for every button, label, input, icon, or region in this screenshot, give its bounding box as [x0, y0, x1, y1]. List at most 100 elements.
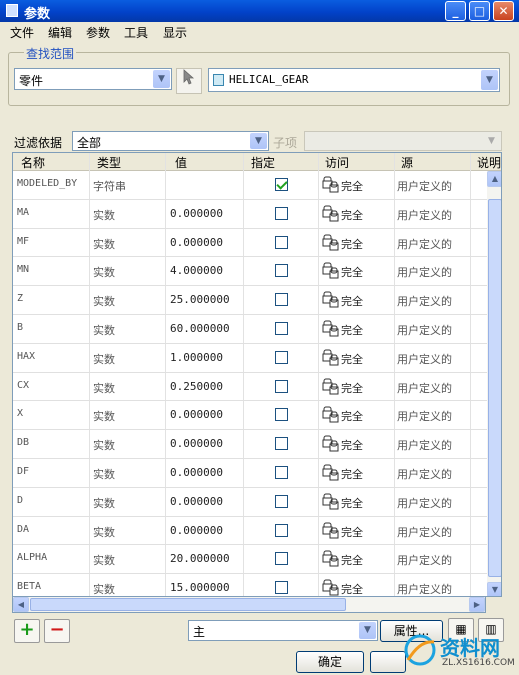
designated-checkbox[interactable]: [275, 408, 288, 422]
designated-checkbox[interactable]: [275, 437, 288, 451]
scroll-up-icon[interactable]: ▲: [487, 171, 501, 187]
cell-type[interactable]: 字符串: [93, 178, 126, 194]
cell-type[interactable]: 实数: [93, 207, 115, 223]
remove-parameter-button[interactable]: −: [44, 619, 70, 643]
cell-access[interactable]: 完全: [341, 322, 363, 338]
chevron-down-icon[interactable]: ▼: [359, 622, 376, 639]
cell-value[interactable]: 0.000000: [170, 207, 223, 220]
designated-checkbox[interactable]: [275, 235, 288, 249]
cell-name[interactable]: DA: [17, 524, 29, 535]
cell-access[interactable]: 完全: [341, 408, 363, 424]
menu-tools[interactable]: 工具: [124, 24, 148, 41]
designated-checkbox[interactable]: [275, 206, 288, 220]
cell-name[interactable]: DB: [17, 437, 29, 448]
cell-type[interactable]: 实数: [93, 495, 115, 511]
cell-name[interactable]: HAX: [17, 351, 35, 362]
cell-name[interactable]: Z: [17, 293, 23, 304]
chevron-down-icon[interactable]: ▼: [250, 133, 267, 149]
table-row[interactable]: DB 实数 0.000000 完全 用户定义的: [13, 430, 487, 459]
cell-type[interactable]: 实数: [93, 380, 115, 396]
column-header-source[interactable]: 源: [401, 154, 413, 171]
cell-name[interactable]: X: [17, 408, 23, 419]
cell-value[interactable]: 25.000000: [170, 293, 230, 306]
designated-checkbox[interactable]: [275, 178, 288, 191]
table-row[interactable]: MN 实数 4.000000 完全 用户定义的: [13, 257, 487, 287]
cell-value[interactable]: 0.000000: [170, 524, 223, 537]
maximize-button[interactable]: □: [469, 1, 490, 21]
cell-access[interactable]: 完全: [341, 552, 363, 568]
cell-source[interactable]: 用户定义的: [397, 380, 452, 396]
column-header-access[interactable]: 访问: [325, 154, 349, 171]
table-row[interactable]: ALPHA 实数 20.000000 完全 用户定义的: [13, 545, 487, 575]
table-row[interactable]: X 实数 0.000000 完全 用户定义的: [13, 401, 487, 431]
cell-name[interactable]: D: [17, 495, 23, 506]
cell-name[interactable]: ALPHA: [17, 552, 47, 563]
close-button[interactable]: ✕: [493, 1, 514, 21]
cell-source[interactable]: 用户定义的: [397, 437, 452, 453]
cell-value[interactable]: 0.000000: [170, 495, 223, 508]
cell-type[interactable]: 实数: [93, 408, 115, 424]
column-header-value[interactable]: 值: [175, 154, 187, 171]
scope-type-select[interactable]: 零件 ▼: [14, 68, 172, 90]
scroll-left-icon[interactable]: ◀: [13, 597, 29, 612]
cell-name[interactable]: CX: [17, 380, 29, 391]
cell-type[interactable]: 实数: [93, 524, 115, 540]
cell-value[interactable]: 20.000000: [170, 552, 230, 565]
column-header-type[interactable]: 类型: [97, 154, 121, 171]
designated-checkbox[interactable]: [275, 293, 288, 307]
table-row[interactable]: DF 实数 0.000000 完全 用户定义的: [13, 459, 487, 488]
table-row[interactable]: DA 实数 0.000000 完全 用户定义的: [13, 517, 487, 546]
cell-access[interactable]: 完全: [341, 351, 363, 367]
table-row[interactable]: HAX 实数 1.000000 完全 用户定义的: [13, 344, 487, 373]
cell-name[interactable]: MN: [17, 264, 29, 275]
table-row[interactable]: MA 实数 0.000000 完全 用户定义的: [13, 200, 487, 229]
cell-type[interactable]: 实数: [93, 437, 115, 453]
cell-type[interactable]: 实数: [93, 581, 115, 596]
cell-access[interactable]: 完全: [341, 581, 363, 596]
cell-value[interactable]: 0.000000: [170, 236, 223, 249]
designated-checkbox[interactable]: [275, 581, 288, 595]
cell-access[interactable]: 完全: [341, 466, 363, 482]
designated-checkbox[interactable]: [275, 494, 288, 508]
add-parameter-button[interactable]: +: [14, 619, 40, 643]
cell-source[interactable]: 用户定义的: [397, 495, 452, 511]
designated-checkbox[interactable]: [275, 379, 288, 393]
cell-source[interactable]: 用户定义的: [397, 293, 452, 309]
cell-type[interactable]: 实数: [93, 236, 115, 252]
cell-access[interactable]: 完全: [341, 207, 363, 223]
cell-type[interactable]: 实数: [93, 552, 115, 568]
column-header-name[interactable]: 名称: [21, 154, 45, 171]
designated-checkbox[interactable]: [275, 523, 288, 537]
cell-source[interactable]: 用户定义的: [397, 322, 452, 338]
horizontal-scrollbar[interactable]: ◀ ▶: [12, 597, 486, 613]
pointer-icon[interactable]: [176, 68, 202, 94]
cell-name[interactable]: MF: [17, 236, 29, 247]
cell-value[interactable]: 0.000000: [170, 408, 223, 421]
cell-type[interactable]: 实数: [93, 293, 115, 309]
cell-source[interactable]: 用户定义的: [397, 236, 452, 252]
cell-name[interactable]: BETA: [17, 581, 41, 592]
chevron-down-icon[interactable]: ▼: [481, 70, 498, 90]
cell-value[interactable]: 0.250000: [170, 380, 223, 393]
scroll-thumb[interactable]: [30, 598, 346, 611]
cell-access[interactable]: 完全: [341, 495, 363, 511]
scroll-right-icon[interactable]: ▶: [469, 597, 485, 612]
table-row[interactable]: D 实数 0.000000 完全 用户定义的: [13, 488, 487, 517]
cell-source[interactable]: 用户定义的: [397, 581, 452, 596]
designated-checkbox[interactable]: [275, 552, 288, 566]
chevron-down-icon[interactable]: ▼: [153, 70, 170, 88]
menu-parameters[interactable]: 参数: [86, 24, 110, 41]
scroll-down-icon[interactable]: ▼: [487, 582, 501, 596]
main-select[interactable]: 主 ▼: [188, 620, 378, 641]
minimize-button[interactable]: _: [445, 1, 466, 21]
table-row[interactable]: MODELED_BY 字符串 完全 用户定义的: [13, 171, 487, 200]
designated-checkbox[interactable]: [275, 321, 288, 335]
scroll-thumb[interactable]: [488, 199, 501, 577]
cell-value[interactable]: 4.000000: [170, 264, 223, 277]
table-row[interactable]: CX 实数 0.250000 完全 用户定义的: [13, 373, 487, 402]
cell-value[interactable]: 0.000000: [170, 437, 223, 450]
cell-source[interactable]: 用户定义的: [397, 524, 452, 540]
cell-type[interactable]: 实数: [93, 264, 115, 280]
designated-checkbox[interactable]: [275, 350, 288, 364]
cell-type[interactable]: 实数: [93, 351, 115, 367]
